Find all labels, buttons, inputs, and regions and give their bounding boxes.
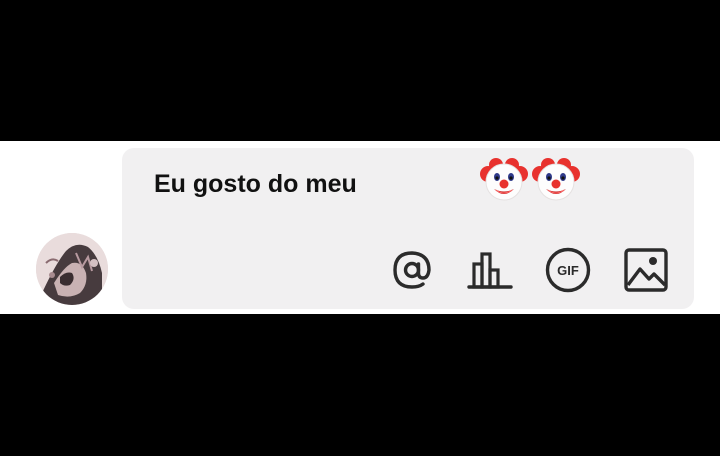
- poll-icon: [467, 252, 513, 289]
- gif-icon: GIF: [545, 247, 591, 293]
- comment-composer-row: Eu gosto do meu GIF: [0, 141, 720, 314]
- clown-face-icon: [532, 158, 580, 201]
- emoji-group: [480, 156, 580, 204]
- avatar-image: [36, 233, 108, 305]
- composer-toolbar: GIF: [386, 244, 678, 296]
- avatar[interactable]: [36, 233, 108, 305]
- comment-input-box[interactable]: Eu gosto do meu GIF: [122, 148, 694, 309]
- mention-icon: [393, 251, 431, 289]
- comment-text[interactable]: Eu gosto do meu: [154, 170, 357, 199]
- clown-face-icon: [480, 158, 528, 201]
- poll-button[interactable]: [464, 244, 516, 296]
- mention-button[interactable]: [386, 244, 438, 296]
- gif-button[interactable]: GIF: [542, 244, 594, 296]
- image-icon: [624, 248, 668, 292]
- image-button[interactable]: [620, 244, 672, 296]
- gif-label: GIF: [557, 263, 579, 278]
